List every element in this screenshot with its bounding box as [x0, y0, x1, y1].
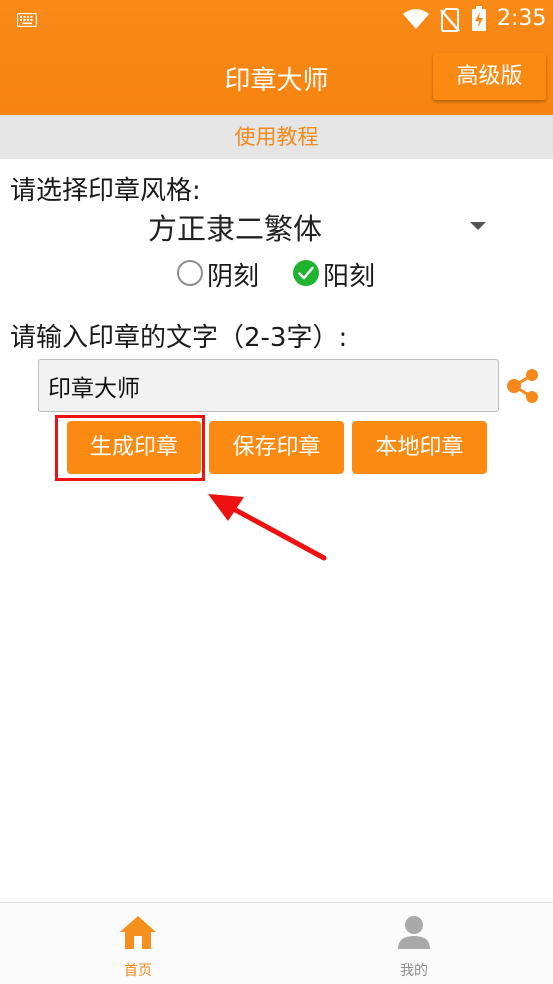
- bottom-nav: 首页 我的: [0, 902, 553, 984]
- no-sim-icon: [440, 8, 460, 36]
- nav-home-label: 首页: [124, 963, 152, 979]
- dropdown-caret-icon[interactable]: [470, 222, 486, 230]
- save-seal-button[interactable]: 保存印章: [209, 421, 344, 474]
- nav-home[interactable]: 首页: [0, 903, 276, 984]
- local-seal-button[interactable]: 本地印章: [352, 421, 487, 474]
- person-icon: [394, 912, 434, 956]
- nav-mine[interactable]: 我的: [276, 903, 552, 984]
- status-clock: 2:35: [497, 6, 547, 31]
- app-bar: 2:35 印章大师 高级版: [0, 0, 553, 115]
- arrow-annotation: [200, 488, 332, 568]
- seal-text-label: 请输入印章的文字（2-3字）:: [10, 323, 348, 353]
- radio-yinke-label[interactable]: 阴刻: [207, 256, 259, 293]
- keyboard-icon: [16, 12, 38, 31]
- share-icon[interactable]: [506, 368, 540, 408]
- radio-yangke[interactable]: [293, 260, 319, 286]
- status-bar: 2:35: [0, 0, 553, 38]
- wifi-icon: [402, 8, 430, 34]
- nav-mine-label: 我的: [400, 963, 428, 979]
- pro-version-button[interactable]: 高级版: [433, 53, 546, 100]
- font-style-dropdown[interactable]: 方正隶二繁体: [148, 206, 322, 248]
- style-label: 请选择印章风格:: [10, 176, 201, 206]
- home-icon: [118, 912, 158, 956]
- seal-text-input[interactable]: [38, 359, 499, 412]
- tutorial-link[interactable]: 使用教程: [0, 115, 553, 159]
- highlight-box: [55, 415, 205, 481]
- radio-yangke-label[interactable]: 阳刻: [323, 256, 375, 293]
- radio-yinke[interactable]: [177, 260, 203, 286]
- check-icon: [298, 266, 314, 280]
- battery-charging-icon: [471, 6, 487, 36]
